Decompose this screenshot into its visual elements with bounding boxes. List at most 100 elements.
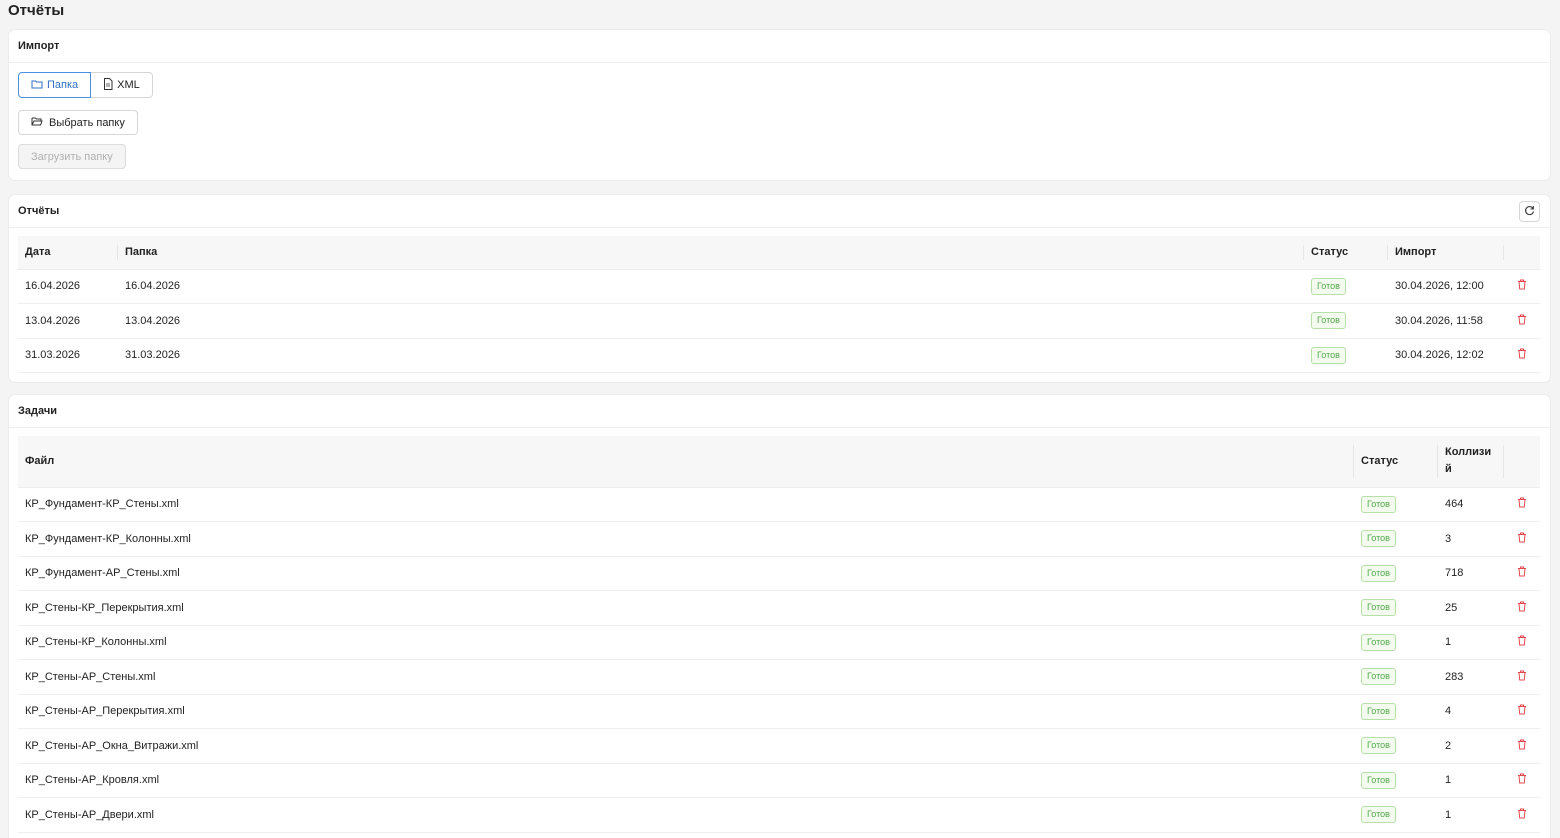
folder-icon: [31, 79, 43, 92]
file-icon: [103, 77, 113, 93]
tab-folder[interactable]: Папка: [18, 72, 92, 98]
table-row: КР_Стены-АР_Перекрытия.xml Готов 4: [18, 694, 1540, 729]
choose-folder-button[interactable]: Выбрать папку: [18, 110, 138, 135]
tasks-table: Файл Статус Коллизи й КР_Фундамент-КР_Ст…: [18, 436, 1540, 833]
task-status: Готов: [1354, 694, 1438, 729]
task-status: Готов: [1354, 763, 1438, 798]
column-header-import: Импорт: [1388, 236, 1504, 270]
report-actions: [1504, 303, 1540, 339]
status-badge: Готов: [1361, 495, 1396, 513]
column-header-folder: Папка: [118, 236, 1304, 270]
delete-icon[interactable]: [1517, 566, 1527, 577]
table-row: 16.04.2026 16.04.2026 Готов 30.04.2026, 12:…: [18, 269, 1540, 304]
report-status: Готов: [1304, 338, 1388, 373]
delete-icon[interactable]: [1517, 739, 1527, 750]
task-actions: [1504, 556, 1540, 591]
task-file: КР_Фундамент-КР_Стены.xml: [18, 487, 1354, 522]
task-collisions: 718: [1438, 556, 1504, 591]
status-badge: Готов: [1311, 277, 1346, 295]
delete-icon[interactable]: [1517, 532, 1527, 543]
status-badge: Готов: [1311, 312, 1346, 330]
table-row: 13.04.2026 13.04.2026 Готов 30.04.2026, 11:…: [18, 303, 1540, 339]
task-status: Готов: [1354, 625, 1438, 660]
delete-icon[interactable]: [1517, 348, 1527, 359]
task-collisions: 1: [1438, 763, 1504, 798]
column-header-date: Дата: [18, 236, 118, 270]
tab-xml-label: XML: [117, 79, 140, 91]
tasks-card-title: Задачи: [9, 395, 1550, 428]
status-badge: Готов: [1361, 564, 1396, 582]
choose-folder-label: Выбрать папку: [49, 116, 125, 129]
table-row: КР_Стены-КР_Колонны.xml Готов 1: [18, 625, 1540, 660]
task-actions: [1504, 763, 1540, 798]
report-status: Готов: [1304, 269, 1388, 304]
status-badge: Готов: [1361, 599, 1396, 617]
reports-title-text: Отчёты: [18, 205, 60, 217]
report-import-time: 30.04.2026, 11:58: [1388, 303, 1504, 339]
report-date: 31.03.2026: [18, 338, 118, 373]
column-header-task-actions: [1504, 436, 1540, 488]
tasks-table-header: Файл Статус Коллизи й: [18, 436, 1540, 488]
task-status: Готов: [1354, 659, 1438, 695]
task-collisions: 464: [1438, 487, 1504, 522]
import-card-title: Импорт: [9, 30, 1550, 63]
report-folder: 13.04.2026: [118, 303, 1304, 339]
status-badge: Готов: [1361, 771, 1396, 789]
task-file: КР_Стены-АР_Кровля.xml: [18, 763, 1354, 798]
table-row: КР_Стены-АР_Окна_Витражи.xml Готов 2: [18, 728, 1540, 764]
reports-table-header: Дата Папка Статус Импорт: [18, 236, 1540, 270]
refresh-icon: [1524, 205, 1535, 219]
task-file: КР_Стены-КР_Перекрытия.xml: [18, 590, 1354, 626]
delete-icon[interactable]: [1517, 704, 1527, 715]
report-date: 16.04.2026: [18, 269, 118, 304]
status-badge: Готов: [1361, 702, 1396, 720]
task-status: Готов: [1354, 728, 1438, 764]
delete-icon[interactable]: [1517, 635, 1527, 646]
tasks-card: Задачи Файл Статус Коллизи й КР_Фундамен…: [9, 395, 1550, 838]
delete-icon[interactable]: [1517, 808, 1527, 819]
reports-card-title: Отчёты: [9, 195, 1550, 228]
status-badge: Готов: [1361, 530, 1396, 548]
table-row: КР_Стены-АР_Стены.xml Готов 283: [18, 659, 1540, 695]
task-collisions: 3: [1438, 521, 1504, 557]
table-row: 31.03.2026 31.03.2026 Готов 30.04.2026, 12:…: [18, 338, 1540, 373]
delete-icon[interactable]: [1517, 773, 1527, 784]
refresh-button[interactable]: [1519, 201, 1540, 222]
report-actions: [1504, 338, 1540, 373]
task-file: КР_Стены-АР_Перекрытия.xml: [18, 694, 1354, 729]
table-row: КР_Стены-АР_Кровля.xml Готов 1: [18, 763, 1540, 798]
delete-icon[interactable]: [1517, 314, 1527, 325]
task-status: Готов: [1354, 556, 1438, 591]
tab-xml[interactable]: XML: [91, 72, 153, 98]
table-row: КР_Фундамент-АР_Стены.xml Готов 718: [18, 556, 1540, 591]
import-mode-switch: Папка XML: [18, 72, 153, 98]
table-row: КР_Фундамент-КР_Стены.xml Готов 464: [18, 487, 1540, 522]
page-title: Отчёты: [8, 2, 65, 19]
delete-icon[interactable]: [1517, 279, 1527, 290]
task-file: КР_Стены-АР_Окна_Витражи.xml: [18, 728, 1354, 764]
task-actions: [1504, 797, 1540, 833]
upload-folder-button[interactable]: Загрузить папку: [18, 144, 126, 169]
task-actions: [1504, 659, 1540, 695]
report-import-time: 30.04.2026, 12:00: [1388, 269, 1504, 304]
task-collisions: 2: [1438, 728, 1504, 764]
delete-icon[interactable]: [1517, 497, 1527, 508]
column-header-collisions: Коллизи й: [1438, 436, 1504, 488]
task-actions: [1504, 694, 1540, 729]
task-actions: [1504, 590, 1540, 626]
task-collisions: 4: [1438, 694, 1504, 729]
column-header-task-status: Статус: [1354, 436, 1438, 488]
table-row: КР_Стены-АР_Двери.xml Готов 1: [18, 797, 1540, 833]
task-status: Готов: [1354, 487, 1438, 522]
task-file: КР_Стены-КР_Колонны.xml: [18, 625, 1354, 660]
table-row: КР_Стены-КР_Перекрытия.xml Готов 25: [18, 590, 1540, 626]
task-file: КР_Фундамент-КР_Колонны.xml: [18, 521, 1354, 557]
task-actions: [1504, 521, 1540, 557]
report-date: 13.04.2026: [18, 303, 118, 339]
delete-icon[interactable]: [1517, 670, 1527, 681]
column-header-status: Статус: [1304, 236, 1388, 270]
report-folder: 31.03.2026: [118, 338, 1304, 373]
delete-icon[interactable]: [1517, 601, 1527, 612]
report-actions: [1504, 269, 1540, 304]
column-header-file: Файл: [18, 436, 1354, 488]
